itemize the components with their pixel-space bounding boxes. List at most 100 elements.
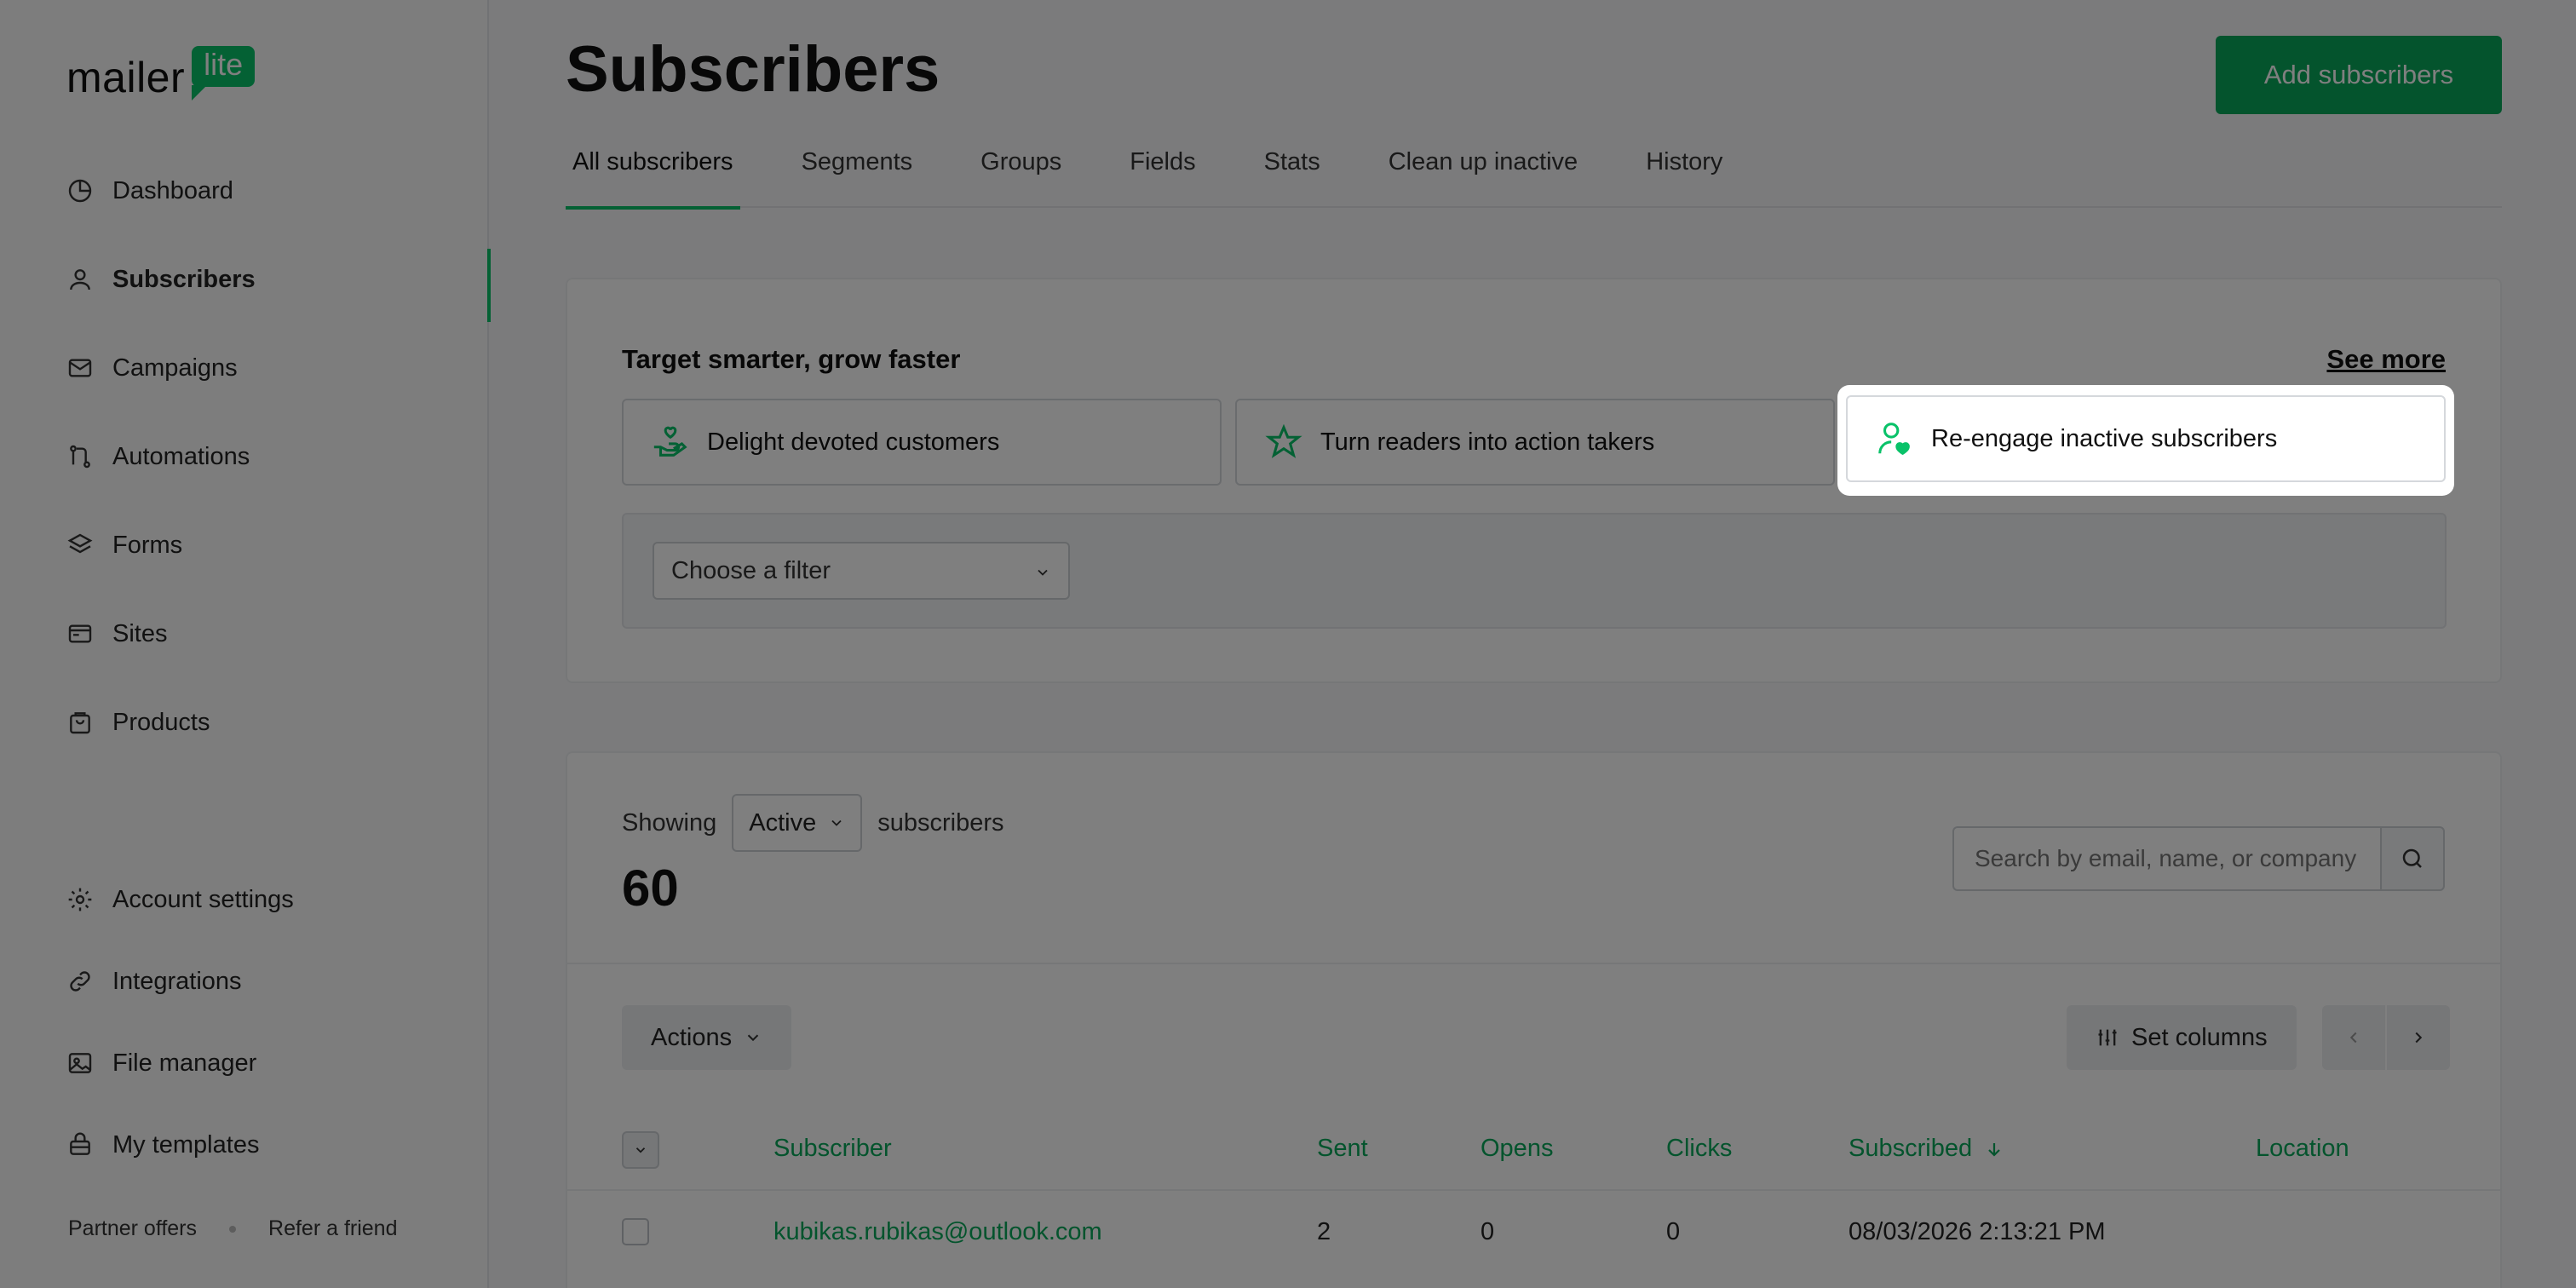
- column-header-label: Subscribed: [1849, 1135, 1973, 1162]
- row-checkbox[interactable]: [622, 1218, 649, 1245]
- promo-tile-action-takers[interactable]: Turn readers into action takers: [1235, 399, 1835, 486]
- set-columns-button[interactable]: Set columns: [2067, 1005, 2297, 1070]
- hand-heart-icon: [653, 426, 687, 457]
- arrow-down-icon: [1988, 1142, 2000, 1157]
- sidebar-item-label: File manager: [112, 1049, 257, 1077]
- subscriber-tabs: All subscribers Segments Groups Fields S…: [566, 136, 2502, 210]
- sidebar-footer: Partner offers Refer a friend: [68, 1216, 397, 1241]
- table-header: Subscriber Sent Opens Clicks Subscribed …: [567, 1114, 2500, 1191]
- search-icon: [2402, 848, 2422, 868]
- pagination: [2322, 1005, 2450, 1070]
- layers-icon: [67, 533, 93, 554]
- sidebar-item-label: Account settings: [112, 885, 294, 913]
- main-content: Subscribers Add subscribers All subscrib…: [491, 0, 2576, 1288]
- highlighted-tile-spotlight: Re-engage inactive subscribers: [1837, 385, 2454, 496]
- select-all-dropdown[interactable]: [622, 1131, 659, 1169]
- sidebar-item-forms[interactable]: Forms: [0, 501, 489, 589]
- chevron-down-icon: [831, 819, 842, 826]
- add-subscribers-button[interactable]: Add subscribers: [2216, 36, 2502, 114]
- column-header-subscribed[interactable]: Subscribed: [1849, 1135, 2004, 1163]
- tab-segments[interactable]: Segments: [795, 136, 920, 208]
- browser-icon: [68, 624, 92, 643]
- see-more-link[interactable]: See more: [2326, 344, 2446, 375]
- sent-value: 2: [1317, 1218, 1331, 1245]
- subscriber-list-card: Showing Active subscribers 60 Actions Se…: [566, 751, 2502, 1288]
- column-header-opens[interactable]: Opens: [1481, 1135, 1553, 1163]
- mailerlite-logo[interactable]: mailer lite: [66, 37, 256, 101]
- chevron-down-icon: [1038, 569, 1048, 576]
- column-header-clicks[interactable]: Clicks: [1666, 1135, 1732, 1163]
- sidebar-item-file-manager[interactable]: File manager: [0, 1022, 489, 1104]
- set-columns-label: Set columns: [2131, 1023, 2268, 1051]
- search-box: [1952, 826, 2445, 891]
- refer-friend-link[interactable]: Refer a friend: [268, 1216, 397, 1241]
- sidebar-bottom-nav: Account settings Integrations File manag…: [0, 859, 489, 1186]
- showing-prefix: Showing: [622, 808, 717, 837]
- search-input[interactable]: [1952, 826, 2380, 891]
- table-row: kubikas.rubikas@outlook.com 2 0 0 08/03/…: [567, 1193, 2500, 1278]
- previous-page-button[interactable]: [2322, 1005, 2385, 1070]
- sidebar-item-my-templates[interactable]: My templates: [0, 1104, 489, 1186]
- filter-area: Choose a filter: [622, 513, 2447, 629]
- next-page-button[interactable]: [2387, 1005, 2450, 1070]
- tab-fields[interactable]: Fields: [1123, 136, 1202, 208]
- image-icon: [68, 1053, 92, 1073]
- search-button[interactable]: [2380, 826, 2445, 891]
- sidebar-item-integrations[interactable]: Integrations: [0, 940, 489, 1022]
- subscribed-date-value: 08/03/2026 2:13:21 PM: [1849, 1218, 2106, 1245]
- sidebar: mailer lite Dashboard Subscribers Campai…: [0, 0, 491, 1288]
- sliders-icon: [2098, 1029, 2117, 1046]
- column-header-subscriber[interactable]: Subscriber: [773, 1135, 892, 1163]
- showing-summary: Showing Active subscribers: [622, 794, 1004, 852]
- actions-button[interactable]: Actions: [622, 1005, 792, 1070]
- tab-groups[interactable]: Groups: [974, 136, 1068, 208]
- sidebar-item-campaigns[interactable]: Campaigns: [0, 324, 489, 412]
- mail-icon: [68, 359, 92, 377]
- filter-select[interactable]: Choose a filter: [653, 542, 1070, 600]
- user-heart-icon: [1878, 423, 1910, 456]
- column-header-sent[interactable]: Sent: [1317, 1135, 1368, 1163]
- sidebar-item-account-settings[interactable]: Account settings: [0, 859, 489, 940]
- chevron-down-icon: [747, 1034, 759, 1042]
- promo-tile-delight-customers[interactable]: Delight devoted customers: [622, 399, 1222, 486]
- status-select[interactable]: Active: [732, 794, 863, 852]
- sidebar-item-subscribers[interactable]: Subscribers: [0, 235, 491, 324]
- promo-tile-reengage-inactive[interactable]: Re-engage inactive subscribers: [1846, 395, 2446, 482]
- sidebar-item-label: My templates: [112, 1130, 260, 1159]
- sidebar-item-label: Integrations: [112, 967, 242, 995]
- tab-history[interactable]: History: [1639, 136, 1729, 208]
- actions-label: Actions: [651, 1023, 733, 1051]
- logo-badge: lite: [192, 46, 256, 101]
- sidebar-item-dashboard[interactable]: Dashboard: [0, 147, 489, 235]
- sidebar-item-automations[interactable]: Automations: [0, 412, 489, 501]
- chevron-down-icon: [635, 1147, 646, 1153]
- partner-offers-link[interactable]: Partner offers: [68, 1216, 197, 1241]
- column-header-location[interactable]: Location: [2256, 1135, 2349, 1163]
- sidebar-item-label: Dashboard: [112, 176, 233, 204]
- sidebar-item-label: Sites: [112, 619, 168, 647]
- link-icon: [70, 971, 90, 992]
- footer-separator: [229, 1225, 237, 1233]
- promo-tile-label: Re-engage inactive subscribers: [1931, 424, 2278, 452]
- chevron-right-icon: [2415, 1032, 2423, 1044]
- tab-stats[interactable]: Stats: [1257, 136, 1327, 208]
- dashboard-icon: [68, 179, 92, 203]
- chevron-left-icon: [2349, 1032, 2357, 1044]
- bag-icon: [70, 712, 90, 734]
- logo-word: mailer: [66, 54, 186, 101]
- sidebar-nav: Dashboard Subscribers Campaigns Automati…: [0, 147, 491, 767]
- promo-tile-label: Turn readers into action takers: [1320, 428, 1655, 456]
- sidebar-item-label: Forms: [112, 531, 183, 559]
- sidebar-item-label: Campaigns: [112, 354, 238, 382]
- sidebar-item-label: Automations: [112, 442, 250, 470]
- promo-title: Target smarter, grow faster: [622, 344, 961, 374]
- sidebar-item-sites[interactable]: Sites: [0, 589, 489, 678]
- showing-suffix: subscribers: [877, 808, 1004, 837]
- tab-all-subscribers[interactable]: All subscribers: [566, 136, 740, 210]
- subscriber-count: 60: [622, 860, 679, 917]
- sidebar-item-products[interactable]: Products: [0, 678, 489, 767]
- subscriber-email-link[interactable]: kubikas.rubikas@outlook.com: [773, 1218, 1102, 1246]
- tab-clean-up-inactive[interactable]: Clean up inactive: [1382, 136, 1584, 208]
- gear-icon: [68, 888, 92, 911]
- automation-icon: [70, 445, 90, 469]
